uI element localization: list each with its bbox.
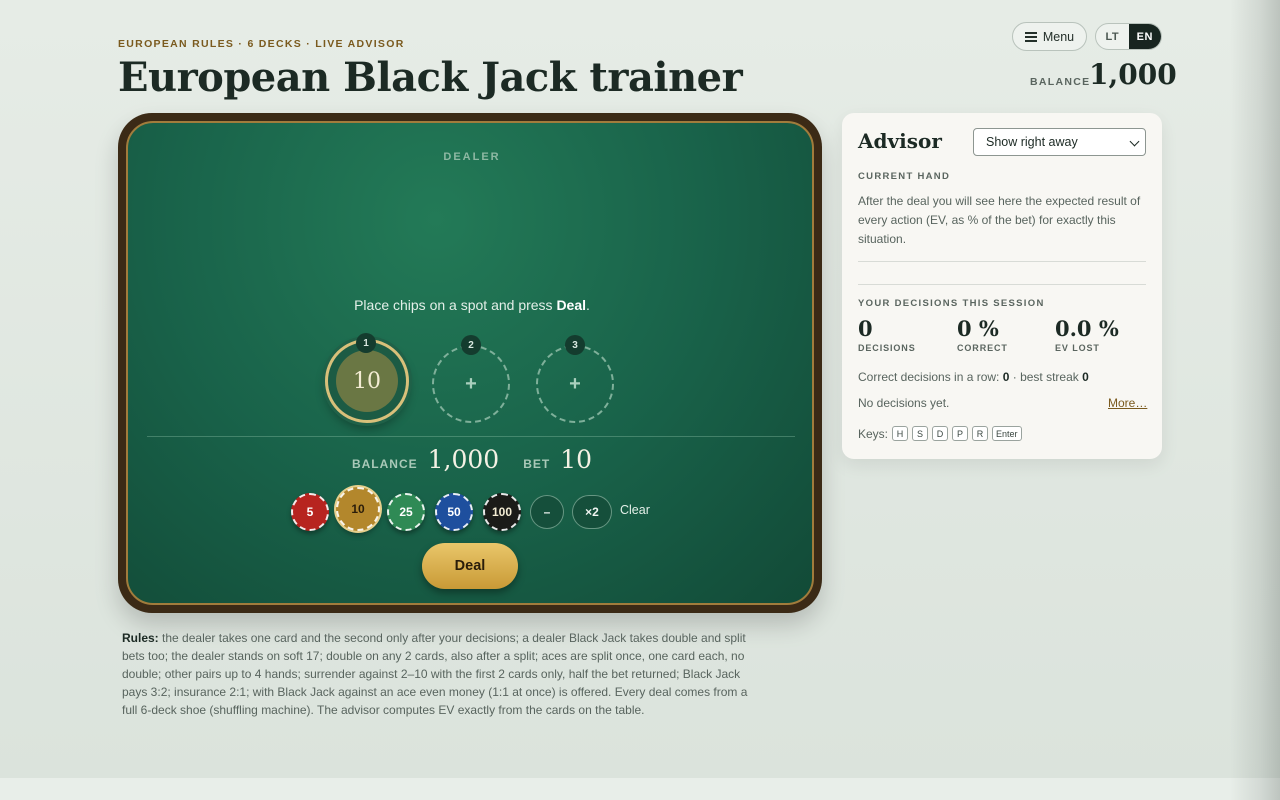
betting-spot-3[interactable]: + <box>536 345 614 423</box>
deal-button[interactable]: Deal <box>422 543 518 589</box>
table-bet-value: 10 <box>560 445 593 474</box>
stat-ev-lost: 0.0 % EV LOST <box>1055 316 1153 354</box>
keyboard-shortcuts: Keys: H S D P R Enter <box>858 426 1022 441</box>
window-edge-shade <box>1230 0 1280 800</box>
felt-divider <box>147 436 795 437</box>
stat-correct-label: CORRECT <box>957 343 1008 353</box>
betting-spot-2[interactable]: + <box>432 345 510 423</box>
table-bet-label: BET <box>523 457 551 471</box>
dealer-label: DEALER <box>443 151 501 163</box>
no-decisions-text: No decisions yet. <box>858 396 950 410</box>
key-surrender: R <box>972 426 989 441</box>
menu-button-label: Menu <box>1042 29 1075 44</box>
current-hand-text: After the deal you will see here the exp… <box>858 194 1141 246</box>
advisor-mode-select[interactable]: Show right away <box>973 128 1146 156</box>
best-streak-value: 0 <box>1082 370 1089 384</box>
keys-label: Keys: <box>858 426 889 441</box>
instruction-text: Place chips on a spot and press <box>354 297 557 313</box>
table-balance-value: 1,000 <box>427 445 500 474</box>
spot-number-1: 1 <box>356 333 376 353</box>
chip-50[interactable]: 50 <box>435 493 473 531</box>
language-option-en[interactable]: EN <box>1128 24 1161 49</box>
rules-label: Rules: <box>122 631 159 645</box>
add-icon: + <box>569 372 581 395</box>
spot-bet-chip: 10 <box>336 350 398 412</box>
chip-25[interactable]: 25 <box>387 493 425 531</box>
session-label: YOUR DECISIONS THIS SESSION <box>858 298 1045 309</box>
rules-body: the dealer takes one card and the second… <box>122 631 748 717</box>
key-split: P <box>952 426 969 441</box>
table-balance-label: BALANCE <box>351 457 418 471</box>
language-switch: LT EN <box>1095 23 1162 50</box>
stat-correct: 0 % CORRECT <box>957 316 1055 354</box>
header-balance-label: BALANCE <box>1030 76 1091 88</box>
header-balance-value: 1,000 <box>1089 58 1177 91</box>
streak-prefix: Correct decisions in a row: <box>858 370 1003 384</box>
streak-line: Correct decisions in a row: 0 · best str… <box>858 370 1089 384</box>
page-footer-strip <box>0 778 1280 800</box>
advisor-divider <box>858 261 1146 262</box>
decrease-bet-button[interactable]: – <box>530 495 564 529</box>
stat-decisions-value: 0 <box>858 316 873 341</box>
stat-ev-lost-label: EV LOST <box>1055 343 1100 353</box>
instruction-action: Deal <box>556 297 587 313</box>
advisor-panel: Advisor Show right away CURRENT HAND Aft… <box>842 113 1162 459</box>
double-bet-button[interactable]: ×2 <box>572 495 612 529</box>
spot-number-2: 2 <box>461 335 481 355</box>
table-felt: DEALER Place chips on a spot and press D… <box>126 121 814 605</box>
stat-decisions: 0 DECISIONS <box>858 316 956 354</box>
key-double: D <box>932 426 949 441</box>
streak-mid: · best streak <box>1009 370 1083 384</box>
advisor-mode-value: Show right away <box>986 135 1078 149</box>
chip-5[interactable]: 5 <box>291 493 329 531</box>
current-hand-label: CURRENT HAND <box>858 171 951 182</box>
chip-10-selected[interactable]: 10 <box>336 487 380 531</box>
header-eyebrow: EUROPEAN RULES · 6 DECKS · LIVE ADVISOR <box>118 38 405 50</box>
advisor-divider <box>858 284 1146 285</box>
stat-decisions-label: DECISIONS <box>858 343 916 353</box>
more-link[interactable]: More… <box>1108 396 1147 410</box>
key-enter: Enter <box>992 426 1022 441</box>
page-title: European Black Jack trainer <box>118 54 743 101</box>
add-icon: + <box>465 372 477 395</box>
rules-text: Rules: the dealer takes one card and the… <box>122 629 754 719</box>
stat-correct-value: 0 % <box>957 316 999 341</box>
instruction-suffix: . <box>586 297 590 313</box>
clear-bet-button[interactable]: Clear <box>620 503 650 517</box>
chip-100[interactable]: 100 <box>483 493 521 531</box>
stat-ev-lost-value: 0.0 % <box>1055 316 1119 341</box>
menu-button[interactable]: Menu <box>1012 22 1087 51</box>
spot-number-3: 3 <box>565 335 585 355</box>
blackjack-table: DEALER Place chips on a spot and press D… <box>118 113 822 613</box>
table-stats: BALANCE 1,000 BET 10 <box>128 445 812 474</box>
key-stand: S <box>912 426 929 441</box>
hamburger-icon <box>1024 31 1037 42</box>
table-instruction: Place chips on a spot and press Deal. <box>128 297 812 313</box>
chevron-down-icon <box>1129 136 1140 147</box>
language-option-lt[interactable]: LT <box>1096 24 1129 49</box>
advisor-title: Advisor <box>858 129 942 153</box>
key-hit: H <box>892 426 909 441</box>
